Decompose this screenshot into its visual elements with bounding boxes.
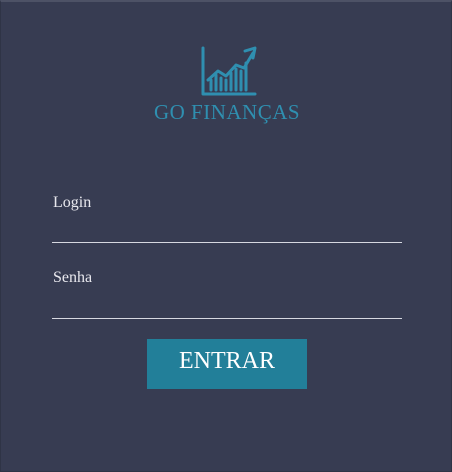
login-submit-button[interactable]: ENTRAR <box>147 339 307 389</box>
brand-name: GO FINANÇAS <box>153 100 301 124</box>
login-label: Login <box>53 194 92 211</box>
growth-chart-icon <box>201 46 257 96</box>
password-input[interactable] <box>52 295 402 319</box>
login-input[interactable] <box>52 219 402 243</box>
login-window: GO FINANÇAS Login Senha ENTRAR <box>0 0 452 472</box>
password-label: Senha <box>53 269 93 286</box>
